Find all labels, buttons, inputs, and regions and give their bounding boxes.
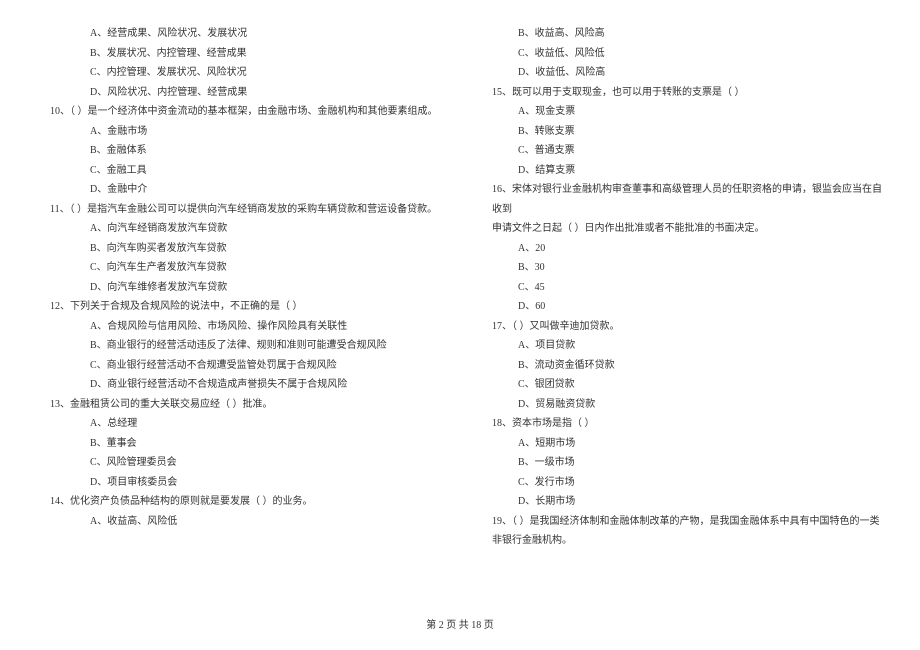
q13-option-b: B、董事会 (36, 434, 442, 454)
q16-option-c: C、45 (478, 278, 884, 298)
q10-option-c: C、金融工具 (36, 161, 442, 181)
page-footer: 第 2 页 共 18 页 (0, 610, 920, 636)
q14-stem: 14、优化资产负债品种结构的原则就是要发展（ ）的业务。 (36, 492, 442, 512)
q11-option-a: A、向汽车经销商发放汽车贷款 (36, 219, 442, 239)
q16-option-d: D、60 (478, 297, 884, 317)
q19-stem-line1: 19、（ ）是我国经济体制和金融体制改革的产物，是我国金融体系中具有中国特色的一… (478, 512, 884, 532)
q15-option-a: A、现金支票 (478, 102, 884, 122)
q10-stem: 10、（ ）是一个经济体中资金流动的基本框架，由金融市场、金融机构和其他要素组成… (36, 102, 442, 122)
q12-option-a: A、合规风险与信用风险、市场风险、操作风险具有关联性 (36, 317, 442, 337)
q11-option-d: D、向汽车维修者发放汽车贷款 (36, 278, 442, 298)
q10-option-b: B、金融体系 (36, 141, 442, 161)
q11-stem: 11、（ ）是指汽车金融公司可以提供向汽车经销商发放的采购车辆贷款和营运设备贷款… (36, 200, 442, 220)
right-column: B、收益高、风险高 C、收益低、风险低 D、收益低、风险高 15、既可以用于支取… (460, 24, 884, 610)
q15-option-c: C、普通支票 (478, 141, 884, 161)
q19-stem-line2: 非银行金融机构。 (478, 531, 884, 551)
q12-option-d: D、商业银行经营活动不合规造成声誉损失不属于合规风险 (36, 375, 442, 395)
q18-option-c: C、发行市场 (478, 473, 884, 493)
q18-stem: 18、资本市场是指（ ） (478, 414, 884, 434)
q17-option-b: B、流动资金循环贷款 (478, 356, 884, 376)
q17-option-d: D、贸易融资贷款 (478, 395, 884, 415)
q13-option-c: C、风险管理委员会 (36, 453, 442, 473)
q16-option-b: B、30 (478, 258, 884, 278)
q11-option-b: B、向汽车购买者发放汽车贷款 (36, 239, 442, 259)
q17-option-a: A、项目贷款 (478, 336, 884, 356)
q13-option-d: D、项目审核委员会 (36, 473, 442, 493)
q16-option-a: A、20 (478, 239, 884, 259)
page-body: A、经营成果、风险状况、发展状况 B、发展状况、内控管理、经营成果 C、内控管理… (0, 0, 920, 610)
q12-option-c: C、商业银行经营活动不合规遭受监管处罚属于合规风险 (36, 356, 442, 376)
q18-option-a: A、短期市场 (478, 434, 884, 454)
q14-option-b: B、收益高、风险高 (478, 24, 884, 44)
q17-stem: 17、（ ）又叫做辛迪加贷款。 (478, 317, 884, 337)
q14-option-c: C、收益低、风险低 (478, 44, 884, 64)
q15-option-d: D、结算支票 (478, 161, 884, 181)
q15-option-b: B、转账支票 (478, 122, 884, 142)
q10-option-a: A、金融市场 (36, 122, 442, 142)
q10-option-d: D、金融中介 (36, 180, 442, 200)
q9-option-c: C、内控管理、发展状况、风险状况 (36, 63, 442, 83)
q14-option-d: D、收益低、风险高 (478, 63, 884, 83)
q12-option-b: B、商业银行的经营活动违反了法律、规则和准则可能遭受合规风险 (36, 336, 442, 356)
q12-stem: 12、下列关于合规及合规风险的说法中，不正确的是（ ） (36, 297, 442, 317)
q16-stem-line2: 申请文件之日起（ ）日内作出批准或者不能批准的书面决定。 (478, 219, 884, 239)
q9-option-a: A、经营成果、风险状况、发展状况 (36, 24, 442, 44)
q16-stem-line1: 16、宋体对银行业金融机构审查董事和高级管理人员的任职资格的申请，银监会应当在自… (478, 180, 884, 219)
q11-option-c: C、向汽车生产者发放汽车贷款 (36, 258, 442, 278)
q9-option-b: B、发展状况、内控管理、经营成果 (36, 44, 442, 64)
q15-stem: 15、既可以用于支取现金，也可以用于转账的支票是（ ） (478, 83, 884, 103)
q13-stem: 13、金融租赁公司的重大关联交易应经（ ）批准。 (36, 395, 442, 415)
q18-option-b: B、一级市场 (478, 453, 884, 473)
q18-option-d: D、长期市场 (478, 492, 884, 512)
q13-option-a: A、总经理 (36, 414, 442, 434)
q9-option-d: D、风险状况、内控管理、经营成果 (36, 83, 442, 103)
left-column: A、经营成果、风险状况、发展状况 B、发展状况、内控管理、经营成果 C、内控管理… (36, 24, 460, 610)
q17-option-c: C、银团贷款 (478, 375, 884, 395)
q14-option-a: A、收益高、风险低 (36, 512, 442, 532)
